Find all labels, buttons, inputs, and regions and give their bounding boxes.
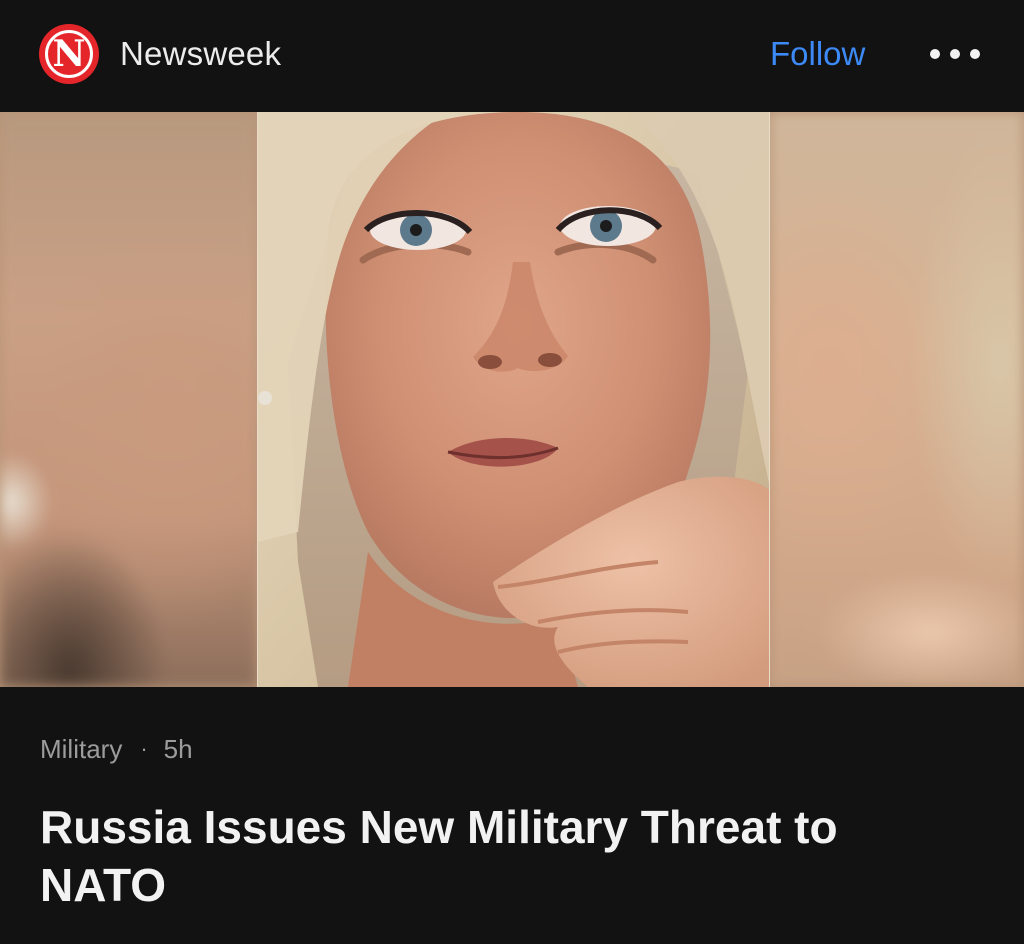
article-headline[interactable]: Russia Issues New Military Threat to NAT… (40, 798, 940, 914)
portrait-photo (257, 112, 770, 687)
follow-button[interactable]: Follow (770, 34, 865, 74)
more-dot (950, 49, 960, 59)
more-dot (970, 49, 980, 59)
more-dot (930, 49, 940, 59)
article-meta: Military · 5h (40, 732, 193, 766)
blurred-backdrop-right (770, 112, 1024, 687)
publisher-name[interactable]: Newsweek (120, 34, 281, 74)
logo-letter: N (45, 30, 93, 78)
timestamp: 5h (163, 733, 193, 764)
blurred-backdrop-left (0, 112, 257, 687)
more-options-icon[interactable] (930, 38, 980, 70)
article-image[interactable] (0, 112, 1024, 687)
category-label[interactable]: Military (40, 734, 122, 765)
article-header: N Newsweek Follow (0, 0, 1024, 112)
meta-separator: · (140, 736, 148, 761)
newsweek-logo[interactable]: N (39, 24, 99, 84)
